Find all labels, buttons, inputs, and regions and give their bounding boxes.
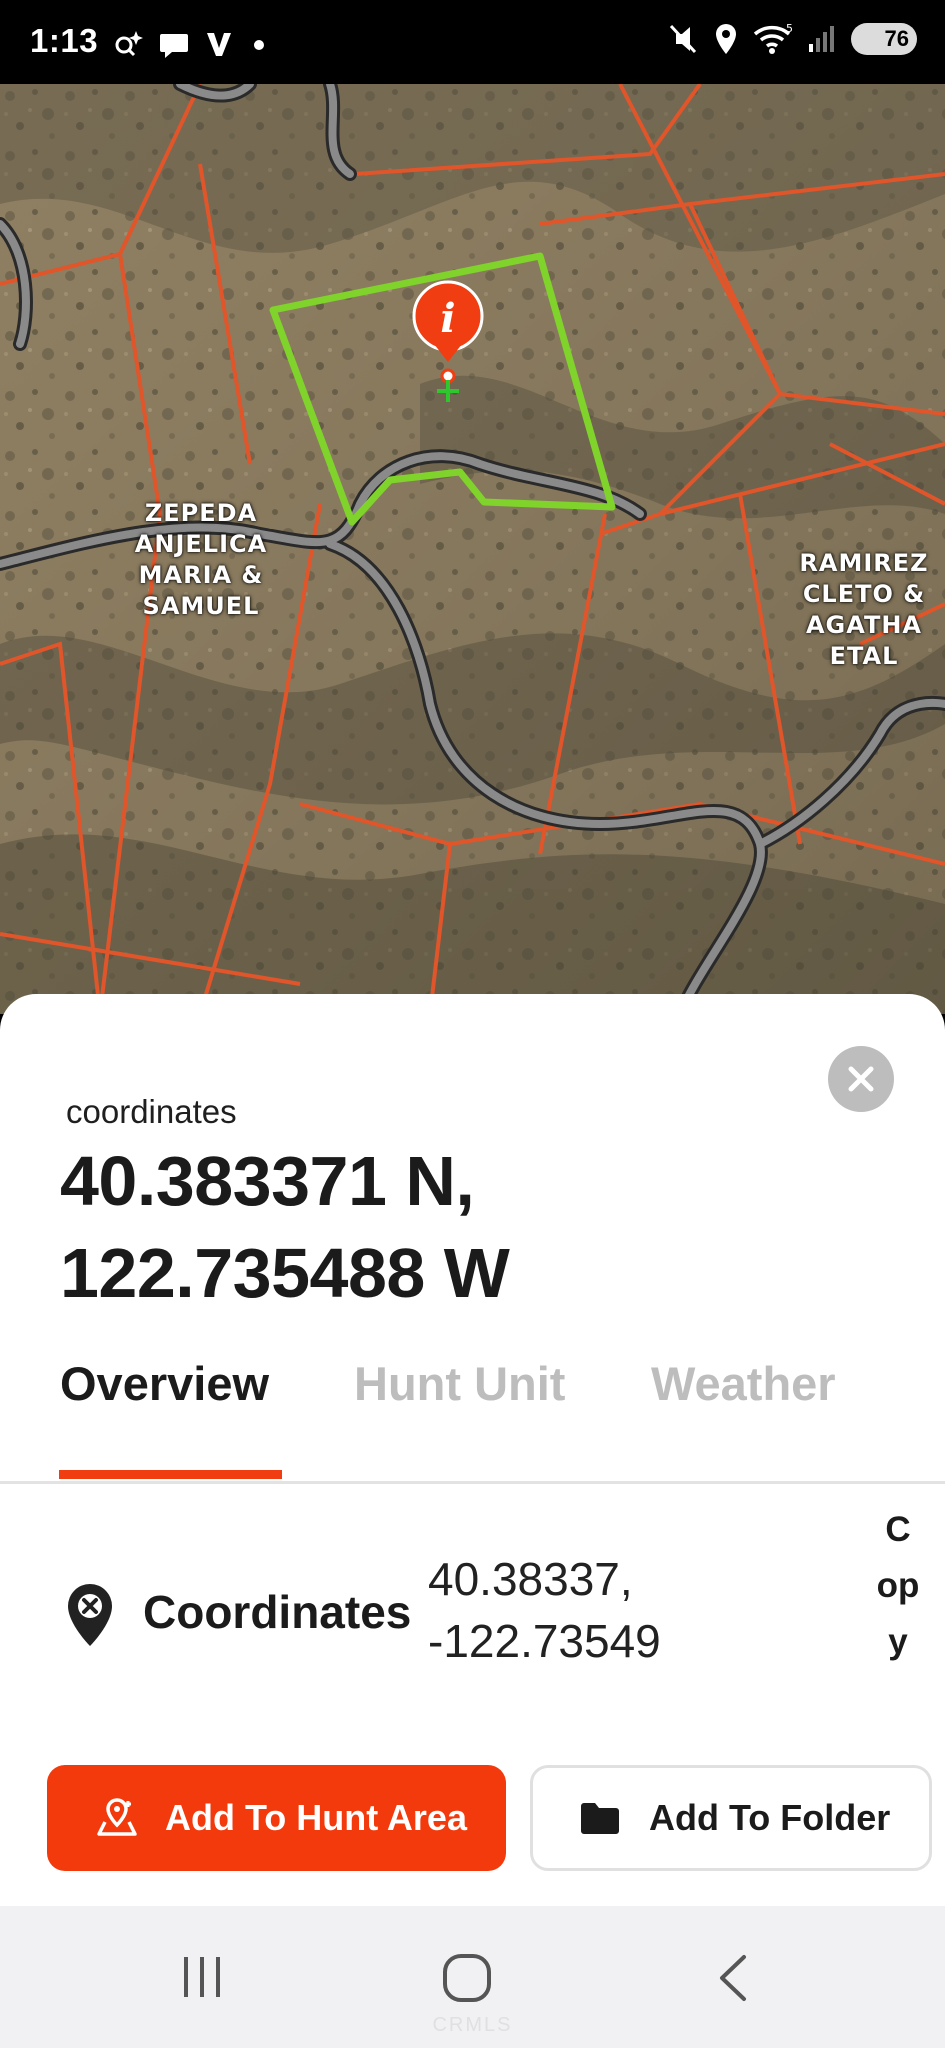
coordinates-pin-icon — [68, 1584, 112, 1646]
svg-text:5: 5 — [786, 22, 793, 35]
location-icon — [716, 24, 736, 54]
copy-button[interactable]: Copy — [876, 1502, 920, 1670]
add-to-folder-label: Add To Folder — [649, 1797, 891, 1838]
tab-bar: Overview Hunt Unit Weather — [0, 1350, 945, 1482]
status-bar: 1:13 5 76 — [0, 0, 945, 84]
chat-icon — [160, 34, 188, 58]
coordinates-lat-value: 40.38337, — [428, 1553, 633, 1605]
owner-label-ramirez: RAMIREZ CLETO & AGATHA ETAL — [799, 549, 929, 670]
tab-weather[interactable]: Weather — [651, 1356, 836, 1411]
recent-apps-icon[interactable] — [178, 1953, 226, 2001]
wifi-icon: 5 — [753, 22, 793, 54]
coordinates-values: 40.38337, -122.73549 — [428, 1548, 661, 1672]
coordinates-title-lat: 40.383371 N, — [60, 1142, 475, 1220]
tab-hunt-unit[interactable]: Hunt Unit — [354, 1356, 565, 1411]
info-marker-glyph: i — [440, 295, 455, 342]
watermark: CRMLS — [432, 2014, 513, 2036]
assistant-sparkle-icon — [115, 31, 143, 57]
active-tab-indicator — [59, 1470, 282, 1479]
dot-icon — [254, 40, 264, 50]
coordinates-title-lon: 122.735488 W — [60, 1234, 510, 1312]
home-icon[interactable] — [442, 1953, 492, 2003]
mute-icon — [669, 24, 697, 54]
coordinates-label: Coordinates — [143, 1586, 412, 1638]
coordinates-title: 40.383371 N, 122.735488 W — [60, 1135, 760, 1319]
tabs-divider — [0, 1481, 945, 1484]
battery-indicator: 76 — [851, 23, 917, 55]
add-to-folder-button[interactable]: Add To Folder — [530, 1765, 932, 1871]
folder-icon — [581, 1803, 619, 1834]
close-button[interactable] — [828, 1046, 894, 1112]
status-left-icons — [110, 24, 270, 64]
add-to-hunt-area-label: Add To Hunt Area — [165, 1797, 467, 1838]
satellite-map[interactable]: i ZEPEDA ANJELICA MARIA & SAMUEL RAMIREZ… — [0, 84, 945, 1014]
add-to-hunt-area-button[interactable]: Add To Hunt Area — [47, 1765, 506, 1871]
back-icon[interactable] — [712, 1953, 752, 2003]
battery-level: 76 — [884, 26, 909, 51]
coordinates-caption: coordinates — [66, 1093, 237, 1130]
close-icon — [848, 1066, 874, 1092]
signal-icon — [809, 26, 834, 52]
tab-overview[interactable]: Overview — [60, 1356, 269, 1411]
status-time: 1:13 — [30, 22, 99, 59]
status-right-icons: 5 76 — [667, 22, 917, 56]
hunt-area-pin-icon — [97, 1798, 137, 1836]
coordinates-lon-value: -122.73549 — [428, 1615, 661, 1667]
v-app-icon — [207, 33, 231, 56]
owner-label-zepeda: ZEPEDA ANJELICA MARIA & SAMUEL — [134, 499, 268, 620]
